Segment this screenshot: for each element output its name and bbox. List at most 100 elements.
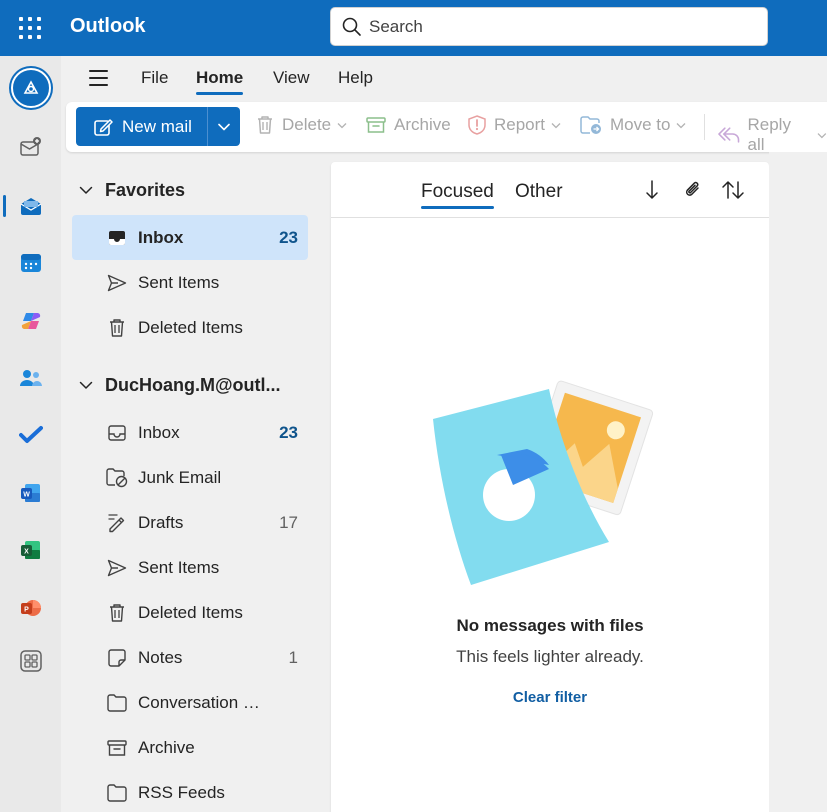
message-list-pane: Focused Other No messages with files Thi… xyxy=(331,162,769,812)
reply-all-label: Reply all xyxy=(747,115,791,154)
archive-button[interactable]: Archive xyxy=(366,115,451,135)
folder-item-junk[interactable]: Junk Email xyxy=(72,455,308,500)
unread-count: 23 xyxy=(279,227,298,247)
top-bar: Outlook xyxy=(0,0,827,56)
tab-file[interactable]: File xyxy=(141,68,168,88)
archive-icon xyxy=(106,737,128,759)
inbox-icon xyxy=(106,422,128,444)
junk-icon xyxy=(106,467,128,489)
folder-item-deleted[interactable]: Deleted Items xyxy=(72,590,308,635)
folder-item-rss-feeds[interactable]: RSS Feeds xyxy=(72,770,308,812)
excel-icon[interactable]: X xyxy=(0,528,61,572)
mail-icon[interactable] xyxy=(0,184,61,228)
folder-label: Notes xyxy=(138,647,183,667)
report-label: Report xyxy=(494,115,546,134)
report-button[interactable]: Report xyxy=(468,115,561,135)
new-mail-label: New mail xyxy=(122,116,192,136)
chevron-down-icon xyxy=(79,186,93,194)
app-launcher-icon[interactable] xyxy=(19,17,41,39)
search-input[interactable] xyxy=(369,8,759,45)
folder-label: Junk Email xyxy=(138,467,222,487)
clear-filter-link[interactable]: Clear filter xyxy=(331,689,769,706)
drafts-icon xyxy=(106,512,128,534)
menu-bar: File Home View Help xyxy=(61,56,827,102)
new-mail-dropdown[interactable] xyxy=(208,107,240,146)
move-to-button[interactable]: Move to xyxy=(580,115,686,135)
svg-text:W: W xyxy=(23,492,30,499)
folder-item-favorites-deleted[interactable]: Deleted Items xyxy=(72,305,308,350)
ribbon-toolbar: New mail Delete Archive Report Move to R… xyxy=(66,102,827,155)
folder-label: Deleted Items xyxy=(138,602,243,622)
search-box[interactable] xyxy=(330,7,768,46)
powerpoint-icon[interactable]: P xyxy=(0,586,61,630)
chevron-down-icon xyxy=(817,132,827,138)
trash-icon xyxy=(106,317,128,339)
sort-icon[interactable] xyxy=(721,179,745,206)
folder-item-sent[interactable]: Sent Items xyxy=(72,545,308,590)
people-icon[interactable] xyxy=(0,356,61,400)
archive-label: Archive xyxy=(394,115,451,134)
report-shield-icon xyxy=(468,115,486,135)
chevron-down-icon xyxy=(79,381,93,389)
folder-pane: Favorites Inbox 23 Sent Items Deleted It… xyxy=(61,156,323,812)
calendar-icon[interactable] xyxy=(0,241,61,285)
folder-label: Archive xyxy=(138,737,195,757)
account-label: DucHoang.M@outl... xyxy=(105,375,281,395)
attachment-filter-icon[interactable] xyxy=(683,179,703,206)
avatar[interactable] xyxy=(0,66,61,110)
folder-item-inbox[interactable]: Inbox 23 xyxy=(72,410,308,455)
folder-label: Inbox xyxy=(138,227,184,247)
empty-files-illustration xyxy=(433,380,654,585)
new-mail-icon[interactable] xyxy=(0,125,61,169)
folder-label: Drafts xyxy=(138,512,184,532)
chevron-down-icon xyxy=(337,122,347,128)
inbox-icon xyxy=(106,227,128,249)
todo-icon[interactable] xyxy=(0,413,61,457)
reading-pane-gutter xyxy=(769,152,827,812)
delete-button[interactable]: Delete xyxy=(256,115,347,135)
folder-icon xyxy=(106,782,128,804)
trash-icon xyxy=(106,602,128,624)
app-rail: W X P xyxy=(0,56,61,812)
folder-label: Sent Items xyxy=(138,272,220,292)
folder-item-favorites-inbox[interactable]: Inbox 23 xyxy=(72,215,308,260)
folder-item-favorites-sent[interactable]: Sent Items xyxy=(72,260,308,305)
hamburger-menu-icon[interactable] xyxy=(89,70,108,86)
reply-all-icon xyxy=(718,127,740,143)
delete-label: Delete xyxy=(282,115,332,134)
favorites-label: Favorites xyxy=(105,180,186,200)
new-mail-main[interactable]: New mail xyxy=(76,107,208,146)
folder-count: 1 xyxy=(288,647,298,667)
folder-item-notes[interactable]: Notes 1 xyxy=(72,635,308,680)
empty-state-subtitle: This feels lighter already. xyxy=(456,647,644,666)
pivot-other[interactable]: Other xyxy=(515,181,563,203)
app-title[interactable]: Outlook xyxy=(70,15,146,38)
folder-item-archive[interactable]: Archive xyxy=(72,725,308,770)
tab-view[interactable]: View xyxy=(273,68,310,88)
empty-state-title: No messages with files xyxy=(456,616,644,635)
folder-item-drafts[interactable]: Drafts 17 xyxy=(72,500,308,545)
chevron-down-icon xyxy=(218,123,230,130)
folder-item-conversation-history[interactable]: Conversation Histo... xyxy=(72,680,308,725)
word-icon[interactable]: W xyxy=(0,471,61,515)
unread-count: 23 xyxy=(279,422,298,442)
favorites-header[interactable]: Favorites xyxy=(79,180,185,201)
list-divider xyxy=(331,217,769,218)
chevron-down-icon xyxy=(551,122,561,128)
pivot-focused[interactable]: Focused xyxy=(421,181,494,209)
sort-direction-icon[interactable] xyxy=(644,179,660,206)
compose-icon xyxy=(94,118,113,136)
chevron-down-icon xyxy=(677,122,686,128)
folder-icon xyxy=(106,692,128,714)
svg-text:P: P xyxy=(24,607,29,614)
reply-all-button[interactable]: Reply all xyxy=(718,115,827,155)
tab-home[interactable]: Home xyxy=(196,68,244,95)
archive-icon xyxy=(366,117,386,133)
copilot-icon[interactable] xyxy=(0,299,61,343)
ribbon-separator xyxy=(704,114,705,140)
account-header[interactable]: DucHoang.M@outl... xyxy=(79,375,281,396)
new-mail-button[interactable]: New mail xyxy=(76,107,240,146)
send-icon xyxy=(106,272,128,294)
tab-help[interactable]: Help xyxy=(338,68,373,88)
more-apps-icon[interactable] xyxy=(0,639,61,683)
